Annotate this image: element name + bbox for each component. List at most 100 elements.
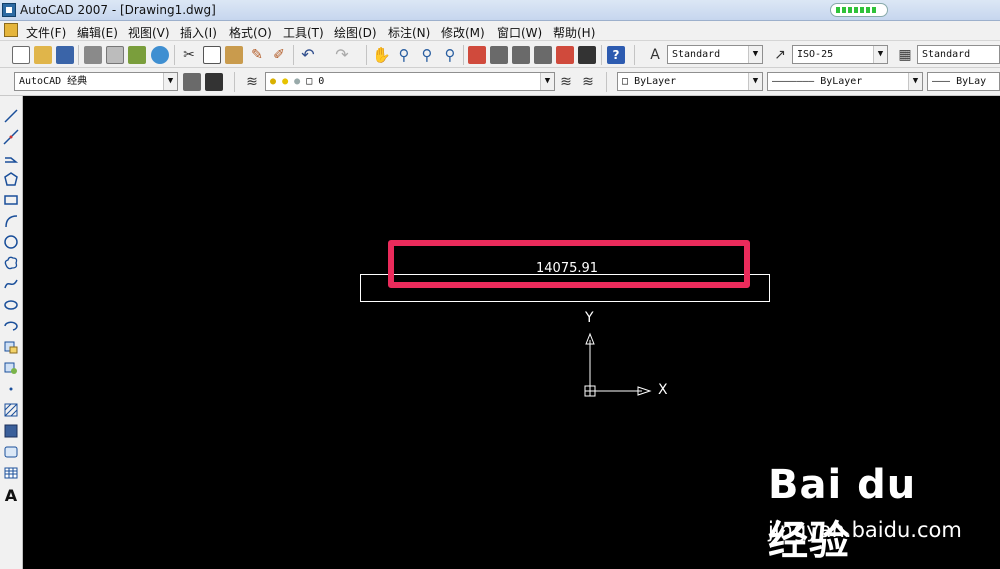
document-icon[interactable] [4, 23, 18, 37]
polyline-icon[interactable] [3, 150, 19, 166]
menu-insert[interactable]: 插入(I) [180, 24, 217, 41]
region-icon[interactable] [3, 444, 19, 460]
workspace-value: AutoCAD 经典 [19, 76, 88, 87]
toolbar-separator [634, 45, 635, 65]
color-select[interactable]: □ ByLayer ▼ [617, 72, 763, 91]
tool-palettes-icon[interactable] [512, 46, 530, 64]
text-style-value: Standard [672, 49, 721, 60]
insert-block-icon[interactable] [3, 339, 19, 355]
dim-style-icon[interactable]: ↗ [771, 46, 789, 64]
web-publish-icon[interactable] [151, 46, 169, 64]
chevron-down-icon[interactable]: ▼ [163, 73, 177, 90]
ellipse-icon[interactable] [3, 297, 19, 313]
table-style-icon[interactable]: ▦ [896, 46, 914, 64]
help-icon[interactable]: ? [607, 46, 625, 64]
chevron-down-icon[interactable]: ▼ [748, 46, 762, 63]
layer-manager-icon[interactable]: ≋ [243, 73, 261, 91]
layers-toolbar: AutoCAD 经典 ▼ ≋ ● ● ● □ 0 ▼ ≋ ≋ □ ByLayer… [0, 68, 1000, 96]
menu-format[interactable]: 格式(O) [229, 24, 272, 41]
block-editor-icon[interactable]: ✐ [270, 46, 288, 64]
copy-icon[interactable] [203, 46, 221, 64]
toolbar-separator [366, 45, 367, 65]
menu-draw[interactable]: 绘图(D) [334, 24, 377, 41]
zoom-window-icon[interactable]: ⚲ [418, 46, 436, 64]
properties-icon[interactable] [468, 46, 486, 64]
cut-icon[interactable]: ✂ [180, 46, 198, 64]
design-center-icon[interactable] [490, 46, 508, 64]
chevron-down-icon[interactable]: ▼ [540, 73, 554, 90]
loading-progress [830, 3, 888, 17]
menu-edit[interactable]: 编辑(E) [77, 24, 118, 41]
lineweight-select[interactable]: ——— ByLay [927, 72, 1000, 91]
print-preview-icon[interactable] [106, 46, 124, 64]
chevron-down-icon[interactable]: ▼ [873, 46, 887, 63]
redo-icon[interactable]: ↷ [333, 46, 351, 64]
layer-previous-icon[interactable]: ≋ [579, 73, 597, 91]
hatch-icon[interactable] [3, 402, 19, 418]
linetype-select[interactable]: ——————— ByLayer ▼ [767, 72, 923, 91]
title-bar: AutoCAD 2007 - [Drawing1.dwg] [0, 0, 1000, 21]
menu-file[interactable]: 文件(F) [26, 24, 66, 41]
sun-icon[interactable]: ● [282, 76, 288, 87]
chevron-down-icon[interactable]: ▼ [748, 73, 762, 90]
standard-toolbar: ✂ ✎ ✐ ↶ ↷ ✋ ⚲ ⚲ ⚲ ? A Standard ▼ ↗ ISO-2… [0, 41, 1000, 68]
color-swatch-icon: □ [622, 76, 629, 87]
layer-select[interactable]: ● ● ● □ 0 ▼ [265, 72, 555, 91]
save-icon[interactable] [56, 46, 74, 64]
make-current-layer-icon[interactable]: ≋ [557, 73, 575, 91]
publish-icon[interactable] [128, 46, 146, 64]
workspace-settings-icon[interactable] [183, 73, 201, 91]
zoom-realtime-icon[interactable]: ⚲ [395, 46, 413, 64]
revision-cloud-icon[interactable] [3, 255, 19, 271]
chevron-down-icon[interactable]: ▼ [908, 73, 922, 90]
ucs-icon: Y X [580, 310, 680, 410]
markup-icon[interactable] [556, 46, 574, 64]
menu-dimension[interactable]: 标注(N) [388, 24, 430, 41]
dim-style-select[interactable]: ISO-25 ▼ [792, 45, 888, 64]
lock-icon[interactable]: ● [294, 76, 300, 87]
dim-style-value: ISO-25 [797, 49, 834, 60]
multiline-text-icon[interactable]: A [3, 488, 19, 504]
toolbar-separator [463, 45, 464, 65]
menu-tools[interactable]: 工具(T) [283, 24, 324, 41]
point-icon[interactable] [3, 381, 19, 397]
menu-modify[interactable]: 修改(M) [441, 24, 485, 41]
polygon-icon[interactable] [3, 171, 19, 187]
sheet-set-icon[interactable] [534, 46, 552, 64]
layer-color-icon[interactable]: □ [306, 76, 312, 87]
toolbar-separator [78, 45, 79, 65]
menu-bar: 文件(F) 编辑(E) 视图(V) 插入(I) 格式(O) 工具(T) 绘图(D… [0, 21, 1000, 41]
open-file-icon[interactable] [34, 46, 52, 64]
ellipse-arc-icon[interactable] [3, 318, 19, 334]
make-block-icon[interactable] [3, 360, 19, 376]
light-bulb-icon[interactable]: ● [270, 76, 276, 87]
text-style-select[interactable]: Standard ▼ [667, 45, 763, 64]
workspace-select[interactable]: AutoCAD 经典 ▼ [14, 72, 178, 91]
workspace-save-icon[interactable] [205, 73, 223, 91]
line-icon[interactable] [3, 108, 19, 124]
print-icon[interactable] [84, 46, 102, 64]
text-style-icon[interactable]: A [646, 46, 664, 64]
gradient-icon[interactable] [3, 423, 19, 439]
arc-icon[interactable] [3, 213, 19, 229]
circle-icon[interactable] [3, 234, 19, 250]
rectangle-icon[interactable] [3, 192, 19, 208]
spline-icon[interactable] [3, 276, 19, 292]
calculator-icon[interactable] [578, 46, 596, 64]
table-icon[interactable] [3, 465, 19, 481]
table-style-select[interactable]: Standard [917, 45, 1000, 64]
pan-icon[interactable]: ✋ [372, 46, 391, 64]
menu-help[interactable]: 帮助(H) [553, 24, 595, 41]
match-properties-icon[interactable]: ✎ [248, 46, 266, 64]
zoom-previous-icon[interactable]: ⚲ [441, 46, 459, 64]
draw-toolbar: A [0, 96, 23, 569]
undo-icon[interactable]: ↶ [299, 46, 317, 64]
new-file-icon[interactable] [12, 46, 30, 64]
autocad-app-icon[interactable] [2, 3, 16, 17]
menu-view[interactable]: 视图(V) [128, 24, 170, 41]
menu-window[interactable]: 窗口(W) [497, 24, 542, 41]
paste-icon[interactable] [225, 46, 243, 64]
toolbar-separator [601, 45, 602, 65]
linetype-value: ByLayer [820, 76, 863, 87]
construction-line-icon[interactable] [3, 129, 19, 145]
